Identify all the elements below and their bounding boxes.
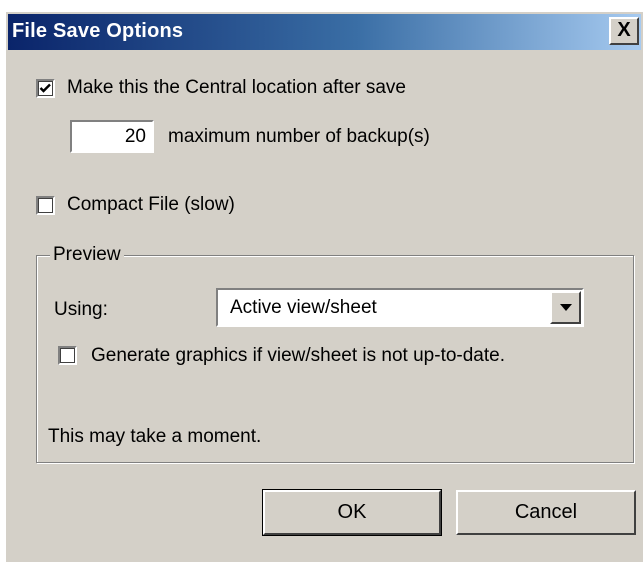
central-location-checkbox[interactable]: [36, 79, 55, 98]
file-save-options-dialog: File Save Options X Make this the Centra…: [4, 10, 643, 562]
generate-graphics-label: Generate graphics if view/sheet is not u…: [91, 345, 506, 366]
close-button[interactable]: X: [609, 17, 639, 45]
compact-file-checkbox[interactable]: [36, 196, 55, 215]
central-location-label: Make this the Central location after sav…: [67, 77, 407, 98]
close-icon: X: [617, 19, 631, 41]
max-backups-label: maximum number of backup(s): [168, 126, 430, 147]
compact-file-label: Compact File (slow): [67, 194, 235, 215]
checkmark-icon: [39, 83, 51, 93]
using-selected-value: Active view/sheet: [230, 297, 377, 318]
preview-note: This may take a moment.: [48, 426, 262, 447]
using-dropdown-button[interactable]: [550, 291, 581, 324]
using-label: Using:: [54, 299, 108, 320]
ok-button[interactable]: OK: [262, 489, 442, 536]
max-backups-input[interactable]: 20: [70, 120, 154, 153]
using-select[interactable]: Active view/sheet: [216, 288, 584, 327]
preview-group-label: Preview: [50, 244, 124, 266]
generate-graphics-checkbox[interactable]: [58, 346, 77, 365]
chevron-down-icon: [560, 304, 572, 311]
cancel-button[interactable]: Cancel: [456, 490, 636, 535]
dialog-title: File Save Options: [12, 20, 184, 42]
title-bar[interactable]: File Save Options X: [8, 14, 641, 50]
